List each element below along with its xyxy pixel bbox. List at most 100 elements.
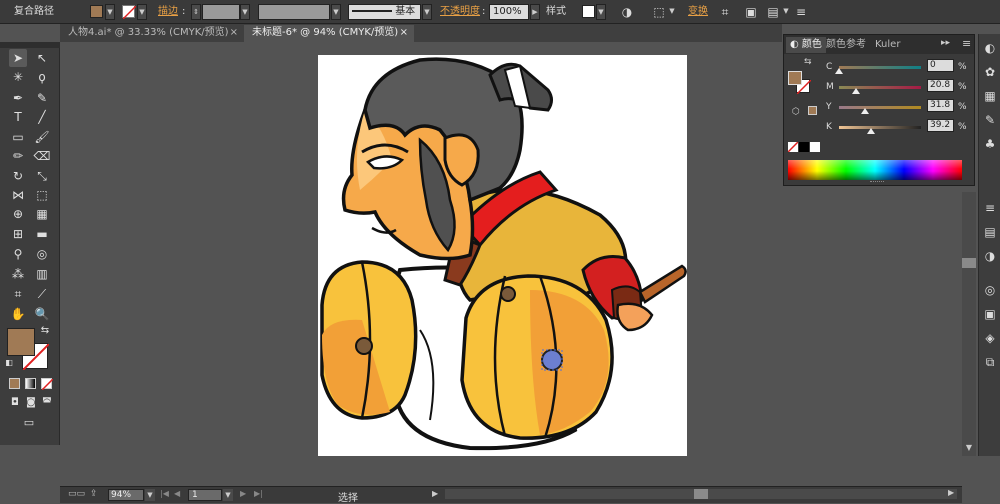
prev-artboard-icon[interactable]: ◀ xyxy=(174,489,180,498)
perspective-grid-tool-icon[interactable]: ▦ xyxy=(33,205,51,223)
draw-normal-icon[interactable]: ◘ xyxy=(8,396,22,410)
graphic-styles-icon[interactable]: ▣ xyxy=(982,306,998,322)
slider-y-knob[interactable] xyxy=(861,108,869,114)
screen-mode-icon[interactable]: ▭ xyxy=(20,416,38,430)
stroke-profile-dropdown[interactable]: ▼ xyxy=(422,4,432,20)
panel-menu-icon[interactable]: ≡ xyxy=(962,37,971,50)
horizontal-scroll-thumb[interactable] xyxy=(694,489,708,499)
tab-kuler[interactable]: Kuler xyxy=(871,37,904,53)
brushes-icon[interactable]: ✎ xyxy=(982,112,998,128)
zoom-tool-icon[interactable]: 🔍 xyxy=(33,305,51,323)
align-icon[interactable]: ⬚ xyxy=(652,5,666,19)
isolate-selection-icon[interactable]: ⌗ xyxy=(718,5,732,19)
shape-builder-tool-icon[interactable]: ⊕ xyxy=(9,205,27,223)
layers-icon[interactable]: ◈ xyxy=(982,330,998,346)
slider-m-input[interactable]: 20.8 xyxy=(927,79,954,92)
symbol-sprayer-tool-icon[interactable]: ⁂ xyxy=(9,265,27,283)
appearance-icon[interactable]: ◎ xyxy=(982,282,998,298)
shape-mode-icon[interactable]: ▣ xyxy=(744,5,758,19)
none-mode-button[interactable] xyxy=(41,378,54,391)
magic-wand-tool-icon[interactable]: ✳ xyxy=(9,68,27,86)
artboard-tool-icon[interactable]: ⌗ xyxy=(9,285,27,303)
hand-tool-icon[interactable]: ✋ xyxy=(9,305,27,323)
tab-close-icon[interactable]: × xyxy=(230,25,238,41)
rotate-tool-icon[interactable]: ↻ xyxy=(9,167,27,185)
selection-tool-icon[interactable]: ➤ xyxy=(9,49,27,67)
stroke-label[interactable]: 描边 xyxy=(158,4,178,20)
eyedropper-tool-icon[interactable]: ⚲ xyxy=(9,245,27,263)
share-icon[interactable]: ⇪ xyxy=(90,489,98,499)
fill-dropdown[interactable]: ▼ xyxy=(105,4,115,20)
fill-color-box[interactable] xyxy=(7,328,35,356)
variable-width-dropdown[interactable]: ▼ xyxy=(331,4,341,20)
scroll-down-arrow[interactable]: ▼ xyxy=(962,443,976,455)
zoom-dropdown[interactable]: ▼ xyxy=(145,489,155,501)
swap-fill-stroke-icon[interactable]: ⇆ xyxy=(38,324,52,338)
slider-c-knob[interactable] xyxy=(835,68,843,74)
next-artboard-icon[interactable]: ▶ xyxy=(240,489,246,498)
artboard-number-input[interactable]: 1 xyxy=(188,489,222,501)
slider-y-track[interactable] xyxy=(839,106,921,109)
recolor-artwork-icon[interactable]: ◑ xyxy=(620,5,634,19)
slider-k-knob[interactable] xyxy=(867,128,875,134)
stroke-profile-select[interactable]: 基本 xyxy=(348,4,421,20)
variable-width-select[interactable] xyxy=(258,4,330,20)
slider-y-input[interactable]: 31.8 xyxy=(927,99,954,112)
scale-tool-icon[interactable]: ⤡ xyxy=(33,167,51,185)
pencil-tool-icon[interactable]: ✏ xyxy=(9,147,27,165)
opacity-dropdown[interactable]: ▶ xyxy=(530,4,540,20)
width-tool-icon[interactable]: ⋈ xyxy=(9,186,27,204)
color-panel-icon[interactable]: ◐ xyxy=(982,40,998,56)
opacity-input[interactable]: 100% xyxy=(489,4,529,20)
lasso-tool-icon[interactable]: ϙ xyxy=(33,68,51,86)
symbols-icon[interactable]: ♣ xyxy=(982,136,998,152)
style-dropdown[interactable]: ▼ xyxy=(596,4,606,20)
mesh-tool-icon[interactable]: ⊞ xyxy=(9,225,27,243)
tab-color[interactable]: ◐ 颜色 xyxy=(786,37,826,53)
column-graph-tool-icon[interactable]: ▥ xyxy=(33,265,51,283)
collapse-panel-icon[interactable]: ▸▸ xyxy=(941,38,950,48)
white-chip[interactable] xyxy=(810,142,820,152)
transform-label[interactable]: 变换 xyxy=(688,4,708,20)
stroke-swatch[interactable] xyxy=(122,5,137,20)
first-artboard-icon[interactable]: |◀ xyxy=(160,489,169,498)
status-menu-arrow[interactable]: ▶ xyxy=(432,489,438,498)
gradient-tool-icon[interactable]: ▬ xyxy=(33,225,51,243)
stroke-weight-input[interactable] xyxy=(202,4,240,20)
black-chip[interactable] xyxy=(799,142,809,152)
stroke-panel-icon[interactable]: ≡ xyxy=(982,200,998,216)
color-mode-button[interactable] xyxy=(9,378,20,389)
opacity-label[interactable]: 不透明度 xyxy=(440,4,480,20)
transparency-icon[interactable]: ◑ xyxy=(982,248,998,264)
zoom-select[interactable]: 94% xyxy=(108,489,144,501)
rectangle-tool-icon[interactable]: ▭ xyxy=(9,128,27,146)
vertical-scrollbar[interactable] xyxy=(962,192,976,456)
gradient-mode-button[interactable] xyxy=(25,378,36,389)
swap-colors-icon[interactable]: ⇆ xyxy=(804,57,812,67)
gamut-swatch[interactable] xyxy=(808,106,817,115)
panel-fill-swatch[interactable] xyxy=(788,71,802,85)
artboard-dropdown[interactable]: ▼ xyxy=(223,489,233,501)
arrange-icon[interactable]: ▤ xyxy=(766,5,780,19)
artboard-nav-icon[interactable]: ▭▭ xyxy=(68,489,85,499)
last-artboard-icon[interactable]: ▶| xyxy=(254,489,263,498)
slider-k-track[interactable] xyxy=(839,126,921,129)
menu-icon[interactable]: ≡ xyxy=(794,5,808,19)
style-swatch[interactable] xyxy=(582,5,595,18)
slider-c-track[interactable] xyxy=(839,66,921,69)
draw-behind-icon[interactable]: ◙ xyxy=(24,396,38,410)
tab-document-2[interactable]: 未标题-6* @ 94% (CMYK/预览) × xyxy=(244,25,414,42)
out-of-gamut-icon[interactable]: ⬡ xyxy=(792,107,800,117)
tab-color-guide[interactable]: 颜色参考 xyxy=(822,37,870,53)
direct-selection-tool-icon[interactable]: ↖ xyxy=(33,49,51,67)
align-dropdown[interactable]: ▼ xyxy=(667,4,677,20)
color-guide-icon[interactable]: ✿ xyxy=(982,64,998,80)
gradient-panel-icon[interactable]: ▤ xyxy=(982,224,998,240)
vertical-scroll-thumb[interactable] xyxy=(962,258,976,268)
fill-swatch[interactable] xyxy=(90,5,103,18)
draw-inside-icon[interactable]: ◚ xyxy=(40,396,54,410)
tab-close-icon[interactable]: × xyxy=(400,25,408,41)
tab-document-1[interactable]: 人物4.ai* @ 33.33% (CMYK/预览) × xyxy=(60,25,244,42)
stroke-weight-stepper[interactable]: ⇕ xyxy=(191,4,201,20)
slice-tool-icon[interactable]: ⟋ xyxy=(33,285,51,303)
